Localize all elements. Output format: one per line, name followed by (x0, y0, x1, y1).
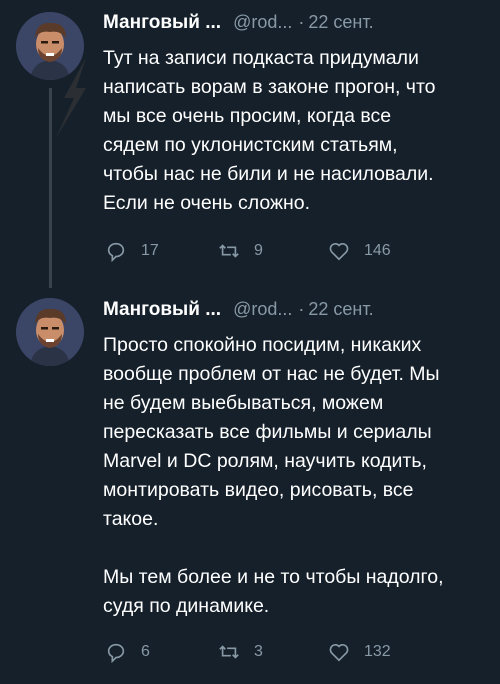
retweet-count: 9 (254, 242, 263, 259)
separator-dot: · (298, 299, 305, 319)
retweet-count: 3 (254, 643, 263, 660)
reply-icon (107, 643, 125, 663)
lightning-bolt-icon (56, 58, 86, 138)
avatar[interactable] (16, 298, 84, 366)
retweet-button[interactable]: 3 (218, 641, 263, 663)
retweet-button[interactable]: 9 (218, 240, 263, 262)
tweet-date[interactable]: 22 сент. (308, 299, 373, 320)
like-button[interactable]: 132 (328, 641, 391, 663)
separator-dot: · (298, 12, 305, 32)
user-handle[interactable]: @rod... (233, 299, 292, 320)
tweet-header: Манговый ... @rod... · 22 сент. (103, 299, 486, 325)
user-handle[interactable]: @rod... (233, 12, 292, 33)
reply-count: 17 (141, 242, 159, 259)
reply-button[interactable]: 17 (105, 240, 159, 262)
like-count: 132 (364, 643, 391, 660)
reply-button[interactable]: 6 (105, 641, 150, 663)
reply-icon (107, 242, 125, 262)
tweet-header: Манговый ... @rod... · 22 сент. (103, 12, 486, 38)
like-count: 146 (364, 242, 391, 259)
retweet-icon (219, 244, 239, 258)
like-button[interactable]: 146 (328, 240, 391, 262)
retweet-icon (219, 645, 239, 659)
tweet-date[interactable]: 22 сент. (308, 12, 373, 33)
tweet-text: Тут на записи подкаста придумали написат… (103, 47, 436, 214)
tweet-actions: 17 9 146 (0, 236, 500, 266)
display-name[interactable]: Манговый ... (103, 12, 221, 34)
display-name[interactable]: Манговый ... (103, 299, 221, 321)
like-icon (329, 243, 349, 261)
like-icon (329, 644, 349, 662)
reply-count: 6 (141, 643, 150, 660)
tweet-text: Просто спокойно посидим, никаких вообще … (103, 334, 444, 617)
tweet-actions: 6 3 132 (0, 637, 500, 667)
